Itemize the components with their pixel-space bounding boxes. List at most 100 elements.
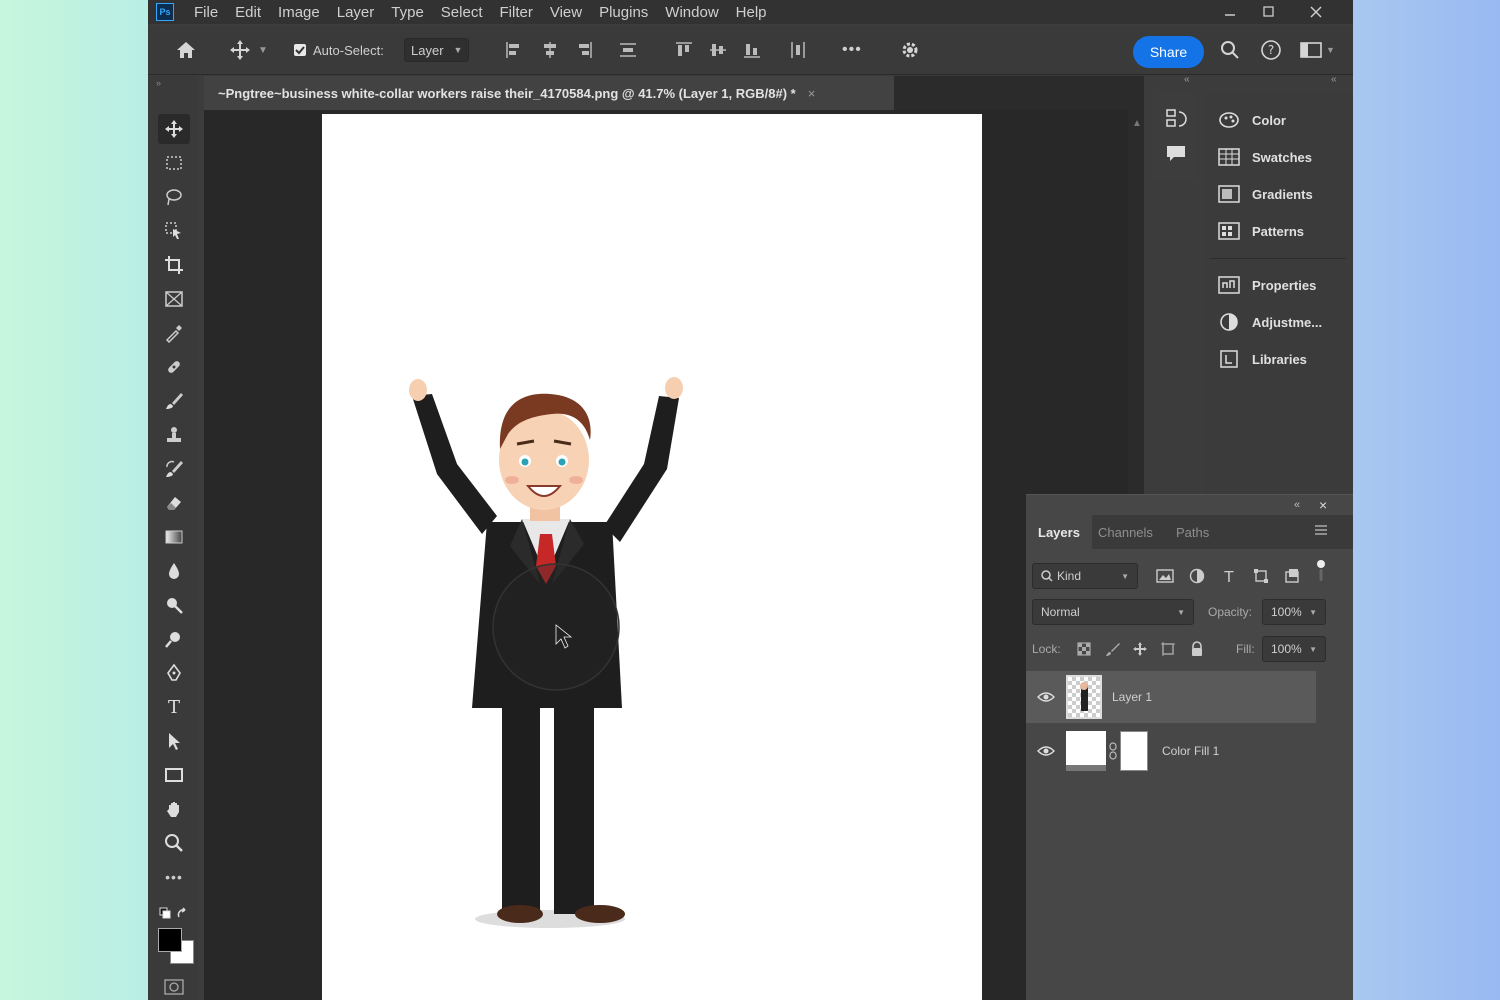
visibility-eye-icon[interactable] bbox=[1026, 745, 1066, 757]
menu-window[interactable]: Window bbox=[665, 4, 718, 21]
panel-properties[interactable]: Properties bbox=[1218, 272, 1316, 298]
auto-select-checkbox[interactable]: Auto-Select: bbox=[293, 38, 384, 62]
move-tool-icon[interactable]: ▼ bbox=[228, 38, 268, 62]
eyedropper-tool-icon[interactable] bbox=[158, 318, 190, 348]
tab-layers[interactable]: Layers bbox=[1026, 515, 1092, 549]
menu-filter[interactable]: Filter bbox=[500, 4, 533, 21]
fill-input[interactable]: 100% ▼ bbox=[1262, 636, 1326, 662]
menu-plugins[interactable]: Plugins bbox=[599, 4, 648, 21]
history-icon[interactable] bbox=[1165, 108, 1187, 133]
hand-tool-icon[interactable] bbox=[158, 794, 190, 824]
panel-adjustments[interactable]: Adjustme... bbox=[1218, 309, 1322, 335]
settings-gear-icon[interactable] bbox=[900, 38, 920, 62]
tab-paths[interactable]: Paths bbox=[1176, 515, 1209, 549]
close-layers-panel-icon[interactable]: × bbox=[1319, 497, 1327, 513]
object-selection-tool-icon[interactable] bbox=[158, 216, 190, 246]
distribute-horizontal-icon[interactable] bbox=[788, 38, 808, 62]
minimize-icon[interactable] bbox=[1210, 0, 1250, 24]
color-fill-1-name[interactable]: Color Fill 1 bbox=[1162, 744, 1219, 758]
filter-toggle-icon[interactable] bbox=[1316, 557, 1326, 583]
gradient-tool-icon[interactable] bbox=[158, 522, 190, 552]
collapse-panels-icon[interactable]: « bbox=[1184, 74, 1190, 85]
brush-tool-icon[interactable] bbox=[158, 386, 190, 416]
frame-tool-icon[interactable] bbox=[158, 284, 190, 314]
filter-smart-object-icon[interactable] bbox=[1284, 563, 1300, 589]
auto-select-target-dropdown[interactable]: Layer ▼ bbox=[404, 38, 470, 62]
menu-edit[interactable]: Edit bbox=[235, 4, 261, 21]
path-selection-tool-icon[interactable] bbox=[158, 726, 190, 756]
align-left-icon[interactable] bbox=[504, 38, 524, 62]
close-document-icon[interactable]: × bbox=[808, 86, 816, 101]
align-bottom-icon[interactable] bbox=[742, 38, 762, 62]
help-icon[interactable]: ? bbox=[1260, 38, 1282, 62]
share-button[interactable]: Share bbox=[1133, 36, 1204, 68]
filter-adjustment-icon[interactable] bbox=[1189, 563, 1205, 589]
filter-pixel-icon[interactable] bbox=[1156, 563, 1174, 589]
layer-row-layer-1[interactable]: Layer 1 bbox=[1026, 671, 1316, 723]
align-center-icon[interactable] bbox=[540, 38, 560, 62]
zoom-search-icon[interactable] bbox=[158, 624, 190, 654]
search-icon[interactable] bbox=[1220, 38, 1240, 62]
panel-color[interactable]: Color bbox=[1218, 107, 1286, 133]
layer-1-name[interactable]: Layer 1 bbox=[1112, 690, 1152, 704]
visibility-eye-icon[interactable] bbox=[1026, 691, 1066, 703]
lasso-tool-icon[interactable] bbox=[158, 182, 190, 212]
lock-position-icon[interactable] bbox=[1132, 636, 1148, 662]
menu-help[interactable]: Help bbox=[736, 4, 767, 21]
distribute-vertical-icon[interactable] bbox=[618, 38, 638, 62]
layer-mask-link-icon[interactable] bbox=[1106, 742, 1120, 760]
opacity-input[interactable]: 100% ▼ bbox=[1262, 599, 1326, 625]
edit-toolbar-more-icon[interactable]: ••• bbox=[158, 862, 190, 892]
lock-image-pixels-icon[interactable] bbox=[1105, 636, 1121, 662]
healing-brush-tool-icon[interactable] bbox=[158, 352, 190, 382]
home-icon[interactable] bbox=[174, 38, 198, 62]
layer-row-color-fill-1[interactable]: Color Fill 1 bbox=[1026, 725, 1316, 777]
history-brush-tool-icon[interactable] bbox=[158, 454, 190, 484]
blur-tool-icon[interactable] bbox=[158, 556, 190, 586]
panel-patterns[interactable]: Patterns bbox=[1218, 218, 1304, 244]
menu-image[interactable]: Image bbox=[278, 4, 320, 21]
comments-icon[interactable] bbox=[1165, 144, 1187, 167]
quick-mask-icon[interactable] bbox=[158, 972, 190, 1000]
close-window-icon[interactable] bbox=[1296, 0, 1336, 24]
panel-gradients[interactable]: Gradients bbox=[1218, 181, 1313, 207]
menu-select[interactable]: Select bbox=[441, 4, 483, 21]
restore-icon[interactable] bbox=[1248, 0, 1288, 24]
menu-file[interactable]: File bbox=[194, 4, 218, 21]
panel-swatches[interactable]: Swatches bbox=[1218, 144, 1312, 170]
collapse-layers-panel-icon[interactable]: « bbox=[1294, 499, 1300, 511]
filter-type-icon[interactable]: T bbox=[1221, 563, 1237, 589]
document-canvas[interactable] bbox=[322, 114, 982, 1000]
document-tab[interactable]: ~Pngtree~business white-collar workers r… bbox=[204, 76, 894, 110]
collapse-dock-icon[interactable]: « bbox=[1331, 74, 1337, 85]
crop-tool-icon[interactable] bbox=[158, 250, 190, 280]
filter-shape-icon[interactable] bbox=[1253, 563, 1269, 589]
pen-tool-icon[interactable] bbox=[158, 658, 190, 688]
lock-all-icon[interactable] bbox=[1189, 636, 1205, 662]
align-middle-icon[interactable] bbox=[708, 38, 728, 62]
layer-filter-kind-dropdown[interactable]: Kind ▼ bbox=[1032, 563, 1138, 589]
menu-view[interactable]: View bbox=[550, 4, 582, 21]
eraser-tool-icon[interactable] bbox=[158, 488, 190, 518]
workspace-layout-icon[interactable]: ▼ bbox=[1300, 38, 1335, 62]
clone-stamp-tool-icon[interactable] bbox=[158, 420, 190, 450]
canvas-area[interactable] bbox=[204, 110, 1128, 1000]
dodge-tool-icon[interactable] bbox=[158, 590, 190, 620]
blend-mode-dropdown[interactable]: Normal ▼ bbox=[1032, 599, 1194, 625]
align-top-icon[interactable] bbox=[674, 38, 694, 62]
lock-transparent-pixels-icon[interactable] bbox=[1076, 636, 1092, 662]
collapse-toolbar-icon[interactable]: » bbox=[156, 78, 161, 88]
lock-artboard-icon[interactable] bbox=[1160, 636, 1176, 662]
align-right-icon[interactable] bbox=[574, 38, 594, 62]
move-tool-icon[interactable] bbox=[158, 114, 190, 144]
foreground-background-color-icon[interactable] bbox=[156, 928, 196, 968]
panel-menu-icon[interactable] bbox=[1314, 523, 1328, 540]
tab-channels[interactable]: Channels bbox=[1098, 515, 1153, 549]
type-tool-icon[interactable]: T bbox=[158, 692, 190, 722]
more-options-icon[interactable]: ••• bbox=[842, 38, 862, 62]
panel-libraries[interactable]: Libraries bbox=[1218, 346, 1307, 372]
rectangle-tool-icon[interactable] bbox=[158, 760, 190, 790]
menu-layer[interactable]: Layer bbox=[337, 4, 375, 21]
zoom-tool-icon[interactable] bbox=[158, 828, 190, 858]
swap-colors-icon[interactable] bbox=[158, 898, 190, 928]
